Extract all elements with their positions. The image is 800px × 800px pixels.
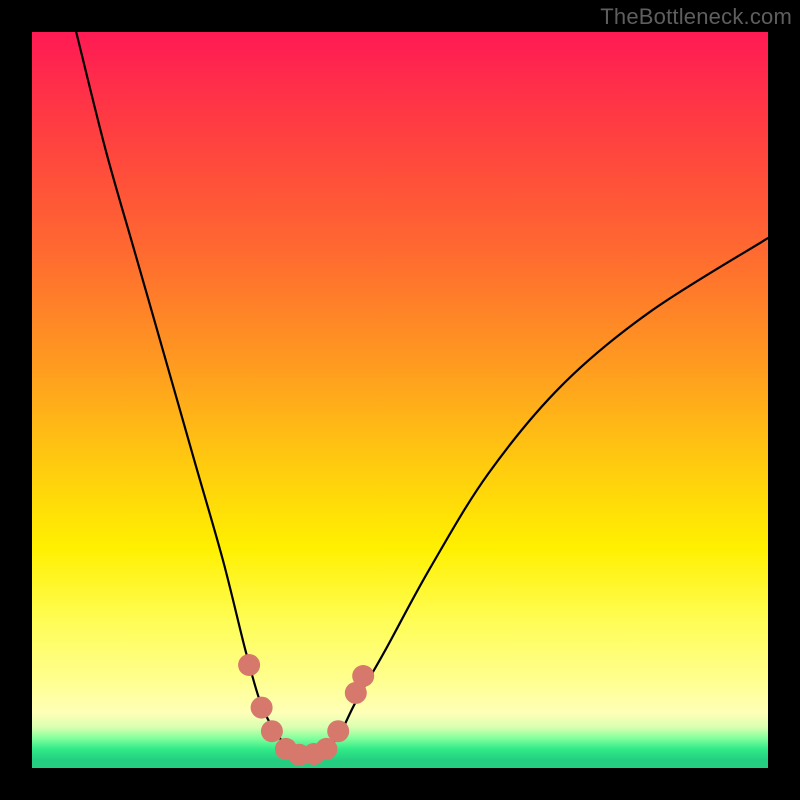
highlight-dot	[327, 720, 349, 742]
highlight-dot	[261, 720, 283, 742]
highlight-dot	[238, 654, 260, 676]
highlight-dot	[352, 665, 374, 687]
bottleneck-curve	[76, 32, 768, 757]
highlight-dot	[251, 697, 273, 719]
highlight-dots-group	[238, 654, 374, 766]
chart-svg	[32, 32, 768, 768]
chart-frame: TheBottleneck.com	[0, 0, 800, 800]
watermark-text: TheBottleneck.com	[600, 4, 792, 30]
